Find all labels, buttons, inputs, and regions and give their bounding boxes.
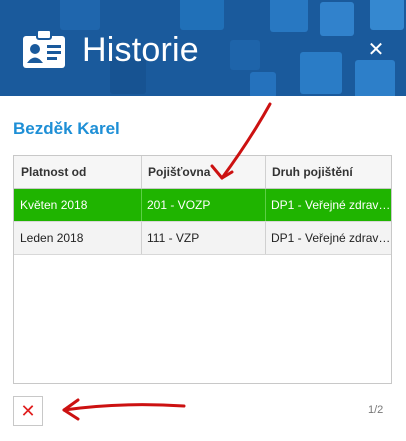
annotation-arrow-to-button: [62, 403, 186, 412]
close-icon[interactable]: ✕: [13, 396, 43, 426]
cell-pojistovna: 111 - VZP: [147, 231, 200, 245]
table-row[interactable]: Květen 2018 201 - VOZP DP1 - Veřejné zdr…: [14, 189, 391, 222]
annotation-arrowhead: [62, 398, 80, 421]
header-pattern-tile: [370, 0, 404, 30]
close-icon[interactable]: ✕: [364, 38, 388, 62]
header-pattern-tile: [180, 0, 224, 30]
header-pattern-tile: [250, 72, 276, 96]
header-pattern-tile: [355, 60, 395, 96]
header-pattern-tile: [320, 2, 354, 36]
cell-druh-pojisteni: DP1 - Veřejné zdravotní pojištění: [271, 198, 391, 212]
header-pattern-tile: [230, 40, 260, 70]
cell-platnost-od: Leden 2018: [20, 231, 84, 245]
dialog-title: Historie: [82, 31, 199, 69]
column-header-pojistovna[interactable]: Pojišťovna: [141, 156, 265, 188]
history-table: Platnost od Pojišťovna Druh pojištění Kv…: [13, 155, 392, 384]
column-header-druh-pojisteni[interactable]: Druh pojištění: [265, 156, 391, 188]
dialog-header: Historie ✕: [0, 0, 406, 96]
patient-name: Bezděk Karel: [13, 119, 120, 138]
header-pattern-tile: [60, 0, 100, 30]
table-header: Platnost od Pojišťovna Druh pojištění: [14, 156, 391, 189]
header-pattern-tile: [270, 0, 308, 32]
cell-pojistovna: 201 - VOZP: [147, 198, 211, 212]
table-row[interactable]: Leden 2018 111 - VZP DP1 - Veřejné zdrav…: [14, 222, 391, 255]
id-card-icon: [23, 30, 65, 68]
header-pattern-tile: [300, 52, 342, 94]
page-indicator: 1/2: [368, 404, 384, 416]
cell-druh-pojisteni: DP1 - Veřejné zdravotní pojištění: [271, 231, 391, 245]
column-header-platnost-od[interactable]: Platnost od: [14, 156, 141, 188]
cell-platnost-od: Květen 2018: [20, 198, 88, 212]
